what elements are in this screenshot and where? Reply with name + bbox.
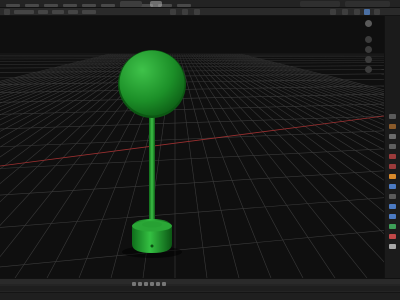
menu-item[interactable] [44, 3, 58, 7]
zoom-icon[interactable] [365, 36, 372, 43]
status-bar [0, 292, 400, 300]
workspace-tab-active[interactable] [120, 1, 142, 7]
object-mode-dropdown[interactable] [14, 10, 34, 14]
workspace-tab[interactable] [150, 1, 162, 7]
add-menu[interactable] [68, 10, 78, 14]
grid-floor [0, 16, 384, 278]
transform-orientation-button[interactable] [170, 9, 176, 15]
scene-tab-icon[interactable] [389, 154, 396, 159]
texture-tab-icon[interactable] [389, 244, 396, 249]
tool-tab-icon[interactable] [389, 114, 396, 119]
view-layer-selector[interactable] [345, 1, 390, 7]
menu-item[interactable] [6, 3, 20, 7]
timeline-panel [0, 278, 400, 300]
editor-type-button[interactable] [4, 9, 10, 15]
shading-solid-button[interactable] [354, 9, 360, 15]
menu-item[interactable] [25, 3, 39, 7]
snap-button[interactable] [182, 9, 188, 15]
overlay-button[interactable] [330, 9, 336, 15]
modifier-tab-icon[interactable] [389, 184, 396, 189]
physics-tab-icon[interactable] [389, 204, 396, 209]
timeline-ruler[interactable] [0, 286, 400, 291]
menu-item[interactable] [63, 3, 77, 7]
top-menu-bar [0, 0, 400, 8]
main-menu [6, 0, 191, 8]
constraints-tab-icon[interactable] [389, 214, 396, 219]
menu-item[interactable] [82, 3, 96, 7]
shading-rendered-button[interactable] [374, 9, 380, 15]
render-tab-icon[interactable] [389, 124, 396, 129]
view-menu[interactable] [38, 10, 48, 14]
pan-hand-icon[interactable] [365, 46, 372, 53]
navigation-gizmo-icon[interactable] [365, 20, 372, 27]
menu-item[interactable] [177, 3, 191, 7]
shading-material-button[interactable] [364, 9, 370, 15]
object-menu[interactable] [82, 10, 96, 14]
data-tab-icon[interactable] [389, 224, 396, 229]
scene-selector[interactable] [300, 1, 340, 7]
viewport-header [0, 8, 400, 16]
timeline-header [0, 279, 400, 284]
perspective-toggle-icon[interactable] [365, 66, 372, 73]
object-tab-icon[interactable] [389, 174, 396, 179]
material-tab-icon[interactable] [389, 234, 396, 239]
xray-button[interactable] [342, 9, 348, 15]
properties-tab-bar [384, 16, 400, 278]
output-tab-icon[interactable] [389, 134, 396, 139]
view-layer-tab-icon[interactable] [389, 144, 396, 149]
camera-view-icon[interactable] [365, 56, 372, 63]
world-tab-icon[interactable] [389, 164, 396, 169]
select-menu[interactable] [52, 10, 64, 14]
proportional-edit-button[interactable] [194, 9, 200, 15]
sign-post [149, 106, 155, 224]
particles-tab-icon[interactable] [389, 194, 396, 199]
menu-item[interactable] [101, 3, 115, 7]
3d-viewport[interactable] [0, 16, 384, 278]
sign-face [119, 50, 185, 116]
